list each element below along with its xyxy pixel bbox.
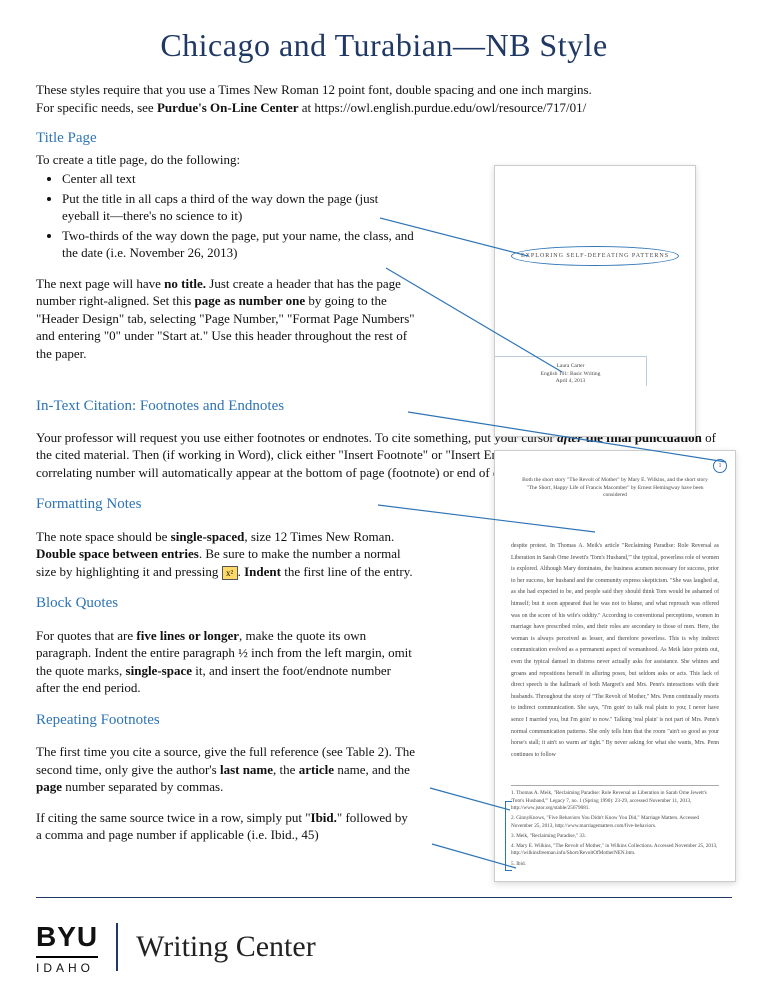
heading-title-page: Title Page bbox=[36, 128, 416, 148]
repeat-para2: If citing the same source twice in a row… bbox=[36, 809, 416, 844]
title-page-lead: To create a title page, do the following… bbox=[36, 151, 416, 169]
writing-center-label: Writing Center bbox=[136, 927, 316, 968]
title-page-para2: The next page will have no title. Just c… bbox=[36, 275, 416, 363]
footer: BYU IDAHO Writing Center bbox=[36, 918, 316, 976]
intro-text: These styles require that you use a Time… bbox=[36, 81, 732, 116]
heading-formatting: Formatting Notes bbox=[36, 494, 416, 514]
formatting-para: The note space should be single-spaced, … bbox=[36, 528, 416, 581]
byui-logo: BYU IDAHO bbox=[36, 918, 98, 976]
footnotes-block: 1. Thomas A. Meik, "Reclaiming Paradise:… bbox=[511, 785, 719, 871]
sample-body-page: 1 Both the short story "The Revolt of Mo… bbox=[494, 450, 736, 882]
key-icon: x² bbox=[222, 566, 238, 580]
repeat-para1: The first time you cite a source, give t… bbox=[36, 743, 416, 796]
heading-repeat: Repeating Footnotes bbox=[36, 710, 416, 730]
sample-title-page: EXPLORING SELF-DEFEATING PATTERNS Laura … bbox=[494, 165, 696, 437]
page-number-circle: 1 bbox=[713, 459, 727, 473]
footer-rule bbox=[36, 897, 732, 898]
page-title: Chicago and Turabian—NB Style bbox=[36, 24, 732, 67]
block-para: For quotes that are five lines or longer… bbox=[36, 627, 416, 697]
heading-block: Block Quotes bbox=[36, 593, 416, 613]
title-page-bullets: Center all text Put the title in all cap… bbox=[62, 170, 416, 262]
